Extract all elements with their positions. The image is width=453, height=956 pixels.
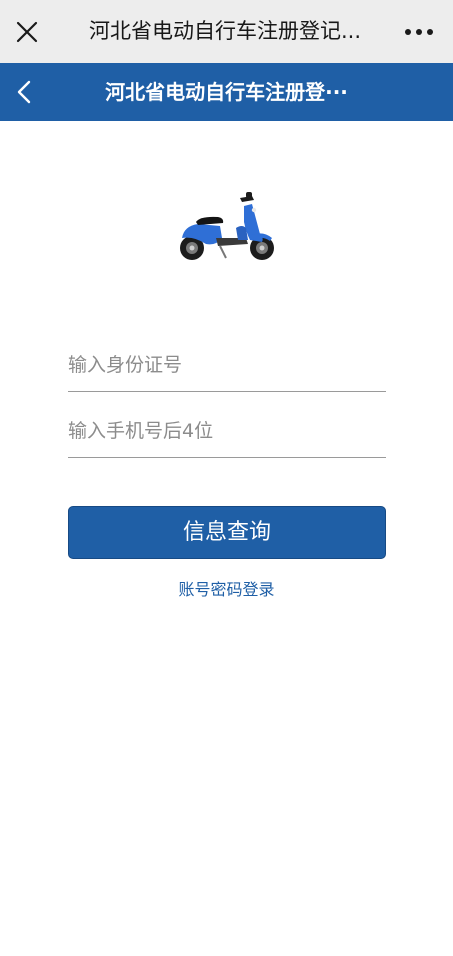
id-number-input[interactable] — [68, 345, 386, 392]
phone-last4-input[interactable] — [68, 411, 386, 458]
query-button[interactable]: 信息查询 — [68, 506, 386, 559]
wechat-title-bar: 河北省电动自行车注册登记... — [0, 0, 453, 63]
app-header: 河北省电动自行车注册登··· — [0, 63, 453, 121]
scooter-icon — [180, 192, 274, 260]
chevron-left-icon[interactable] — [10, 75, 40, 109]
more-dots-icon[interactable] — [401, 22, 437, 42]
close-icon[interactable] — [12, 17, 42, 47]
account-password-login-link[interactable]: 账号密码登录 — [0, 576, 453, 600]
page-title: 河北省电动自行车注册登··· — [105, 80, 348, 104]
wechat-page-title: 河北省电动自行车注册登记... — [88, 19, 362, 43]
